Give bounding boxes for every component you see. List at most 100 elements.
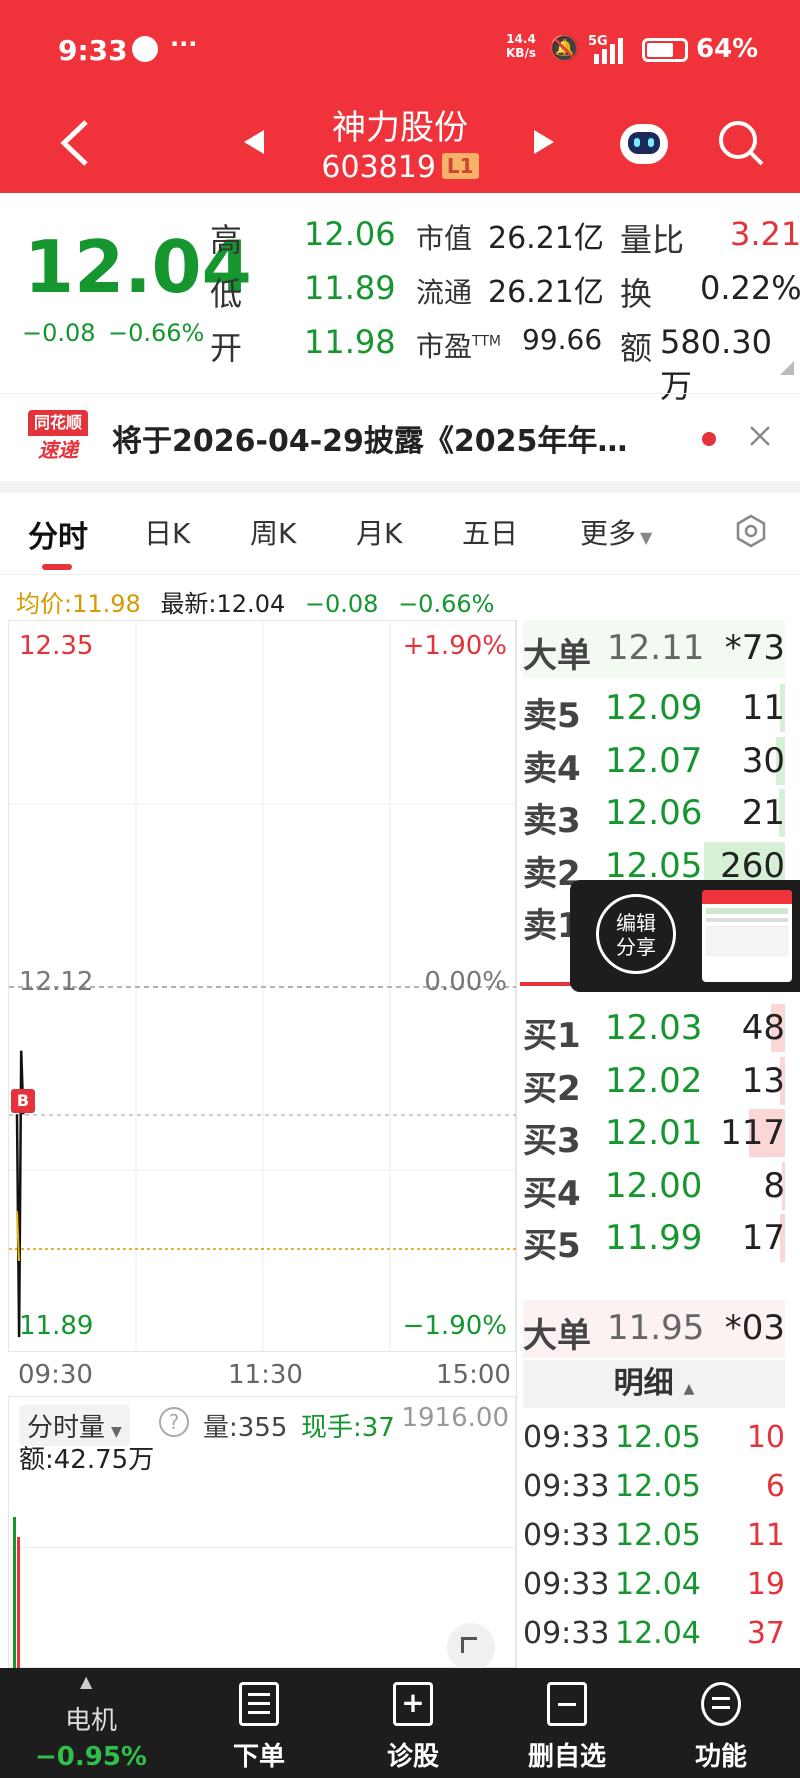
expand-corner-icon[interactable] [780,361,794,375]
sell-level-qty: 11 [741,688,785,728]
chart-settings-icon[interactable] [734,514,768,548]
sell-order-row[interactable]: 卖5 12.09 11 [523,680,785,738]
trade-price: 12.05 [615,1420,701,1455]
detail-header[interactable]: 明细 ▲ [523,1360,785,1408]
trade-qty: 10 [746,1420,785,1455]
edit-share-button[interactable]: 编辑 分享 [596,894,676,974]
trade-time: 09:33 [523,1518,610,1553]
buy-order-row[interactable]: 买4 12.00 8 [523,1158,785,1216]
level-badge: L1 [441,153,479,179]
current-hand-value: 现手:37 [301,1413,395,1443]
edit-share-line2: 分享 [616,935,656,959]
notice-text: 将于2026-04-29披露《2025年年… [112,424,628,459]
tab-monthly-k[interactable]: 月K [356,512,402,552]
battery-level: 64% [696,34,759,64]
tab-weekly-k[interactable]: 周K [250,512,296,552]
info-change: −0.08 [304,590,379,618]
buy-order-row[interactable]: 买1 12.03 48 [523,1000,785,1058]
trade-row: 09:33 12.05 10 [523,1414,785,1468]
info-change-pct: −0.66% [398,590,495,618]
buy-level-price: 12.02 [605,1060,703,1101]
chart-info-line: 均价:11.98 最新:12.04 −0.08 −0.66% [16,584,494,619]
logo-bottom: 速递 [38,438,78,462]
big-buy-label: 大单 [523,1316,591,1356]
chevron-down-icon: ▼ [111,1424,122,1440]
y-mid-label: 12.12 [19,967,94,997]
battery-icon [642,38,688,62]
next-stock-icon[interactable] [532,128,556,156]
quote-summary: 12.04 −0.08 −0.66% 高 12.06 低 11.89 开 11.… [0,193,800,405]
trade-time: 09:33 [523,1420,610,1455]
buy-order-row[interactable]: 买5 11.99 17 [523,1210,785,1268]
tab-daily-k[interactable]: 日K [144,512,190,552]
float-cap-value: 26.21亿 [488,275,604,310]
sell-level-qty: 21 [741,793,785,833]
open-value: 11.98 [304,323,396,361]
y-min-pct-label: −1.90% [402,1311,507,1341]
trade-row: 09:33 12.05 11 [523,1512,785,1566]
sell-order-row[interactable]: 卖4 12.07 30 [523,733,785,791]
tab-more[interactable]: 更多 ▼ [580,512,652,552]
buy-level-qty: 17 [741,1218,785,1258]
tab-five-day[interactable]: 五日 [462,512,518,552]
sector-name: 电机 [64,1706,117,1736]
x-axis-label-start: 09:30 [18,1360,93,1390]
stock-code-line: 603819 L1 [0,150,800,185]
trade-price: 12.04 [615,1567,701,1602]
sector-item[interactable]: ▲ 电机 −0.95% [16,1668,166,1778]
expand-up-icon: ▲ [80,1672,93,1691]
big-buy-price: 11.95 [607,1308,705,1348]
trade-price: 12.05 [615,1518,701,1553]
buy-order-row[interactable]: 买2 12.02 13 [523,1053,785,1111]
y-min-label: 11.89 [19,1311,94,1341]
net-speed: 14.4 KB/s [506,32,536,60]
turnover-label: 换 [620,275,653,313]
signal-icon [594,38,623,64]
y-max-label: 12.35 [19,631,94,661]
bottom-nav: ▲ 电机 −0.95% 下单 + 诊股 删自选 功能 [0,1668,800,1778]
high-value: 12.06 [304,215,396,253]
market-cap-value: 26.21亿 [488,221,604,256]
buy-marker[interactable]: B [11,1089,35,1113]
share-popup[interactable]: 编辑 分享 [570,880,800,992]
functions-button[interactable]: 功能 [646,1668,796,1778]
close-icon[interactable] [748,424,772,448]
help-icon[interactable]: ? [159,1407,189,1437]
intraday-chart[interactable]: 12.35 +1.90% 12.12 0.00% 11.89 −1.90% B [8,620,517,1353]
diagnose-icon: + [393,1682,433,1726]
big-buy-qty: *03 [724,1308,785,1348]
buy-level-price: 12.03 [605,1008,703,1048]
buy-level-price: 11.99 [605,1218,703,1258]
order-button[interactable]: 下单 [184,1668,334,1778]
diagnose-button[interactable]: + 诊股 [338,1668,488,1778]
remove-watchlist-label: 删自选 [527,1742,606,1772]
sector-change: −0.95% [35,1742,147,1772]
fullscreen-icon[interactable] [447,1623,495,1671]
buy-order-row[interactable]: 买3 12.01 117 [523,1105,785,1163]
buy-level-price: 12.00 [605,1165,703,1206]
sell-level-price: 12.06 [605,793,703,833]
sort-up-icon: ▲ [683,1381,695,1397]
pe-label-text: 市盈 [416,330,473,363]
search-icon[interactable] [716,118,766,168]
volume-ratio-label: 量比 [620,221,685,259]
sell-order-row[interactable]: 卖3 12.06 21 [523,785,785,843]
sell-level-label: 卖4 [523,748,581,789]
trade-time: 09:33 [523,1469,610,1504]
section-divider [0,481,800,493]
trade-row: 09:33 12.04 37 [523,1610,785,1664]
low-label: 低 [210,275,243,313]
order-icon [239,1682,279,1726]
x-axis-label-end: 15:00 [436,1360,511,1390]
turnover-value: 0.22% [700,269,800,307]
trade-qty: 11 [746,1518,785,1553]
tab-intraday[interactable]: 分时 [28,512,88,556]
open-label: 开 [210,329,243,367]
robot-assistant-icon[interactable] [618,118,670,168]
price-change-pct: −0.66% [108,319,205,347]
notice-bar[interactable]: 同花顺 速递 将于2026-04-29披露《2025年年… [0,393,800,481]
more-notifications-icon: ··· [170,30,198,58]
functions-icon [701,1682,741,1726]
remove-watchlist-button[interactable]: 删自选 [492,1668,642,1778]
screenshot-thumbnail[interactable] [702,890,792,982]
